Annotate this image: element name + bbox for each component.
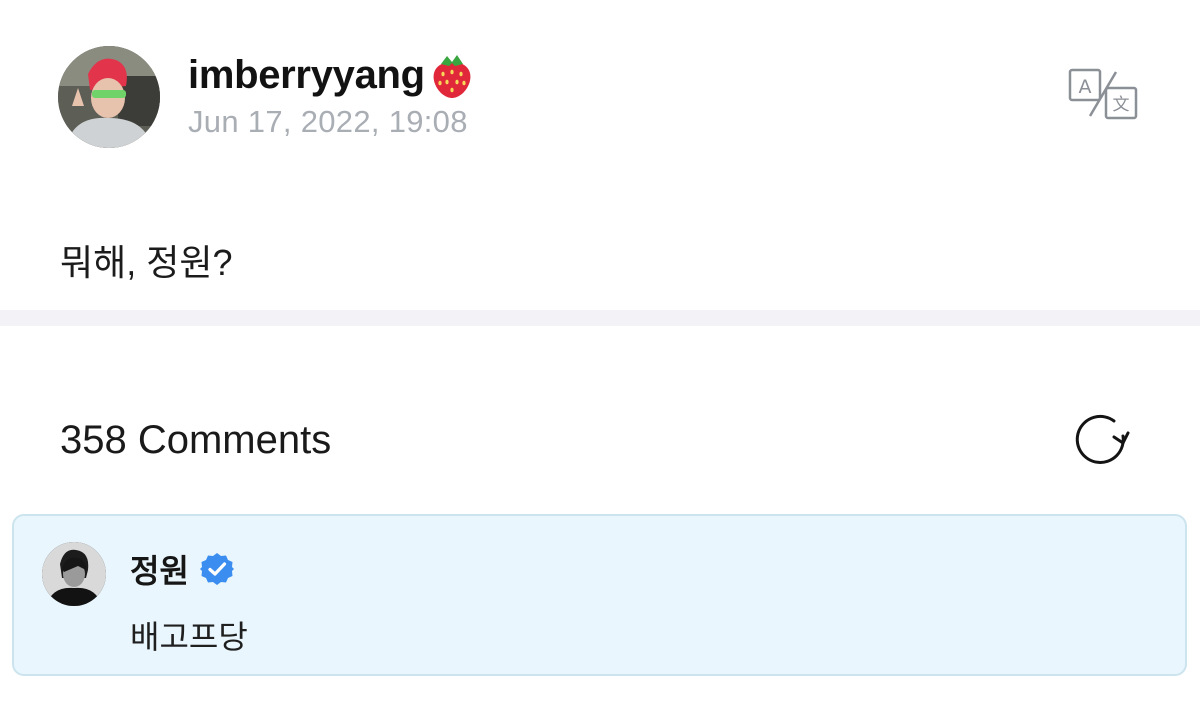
post-body-text: 뭐해, 정원? [60,242,233,283]
author-name[interactable]: imberryyang [188,50,475,100]
highlighted-comment[interactable]: 정원 배고프당 [12,514,1187,676]
post-page: imberryyang Jun 17, 2022, 19:08 A 文 뭐해, … [0,0,1200,712]
section-divider [0,310,1200,326]
translate-button[interactable]: A 文 [1068,68,1140,120]
comments-count: 358 Comments [60,418,332,462]
commenter-avatar[interactable] [42,542,106,606]
post-date: Jun 17, 2022, 19:08 [188,104,468,139]
svg-text:文: 文 [1113,95,1130,115]
strawberry-icon [429,50,475,100]
refresh-button[interactable] [1072,410,1132,470]
verified-badge-icon [199,551,235,587]
translate-icon: A 文 [1068,68,1138,120]
post-header: imberryyang Jun 17, 2022, 19:08 A 文 [58,46,1148,148]
author-name-text: imberryyang [188,52,425,97]
refresh-icon [1075,414,1130,464]
author-avatar-image [58,46,160,148]
comment-text: 배고프당 [130,619,248,655]
commenter-name-text: 정원 [130,553,189,589]
commenter-avatar-image [42,542,106,606]
author-avatar[interactable] [58,46,160,148]
commenter-name[interactable]: 정원 [130,546,235,592]
svg-text:A: A [1079,76,1092,98]
